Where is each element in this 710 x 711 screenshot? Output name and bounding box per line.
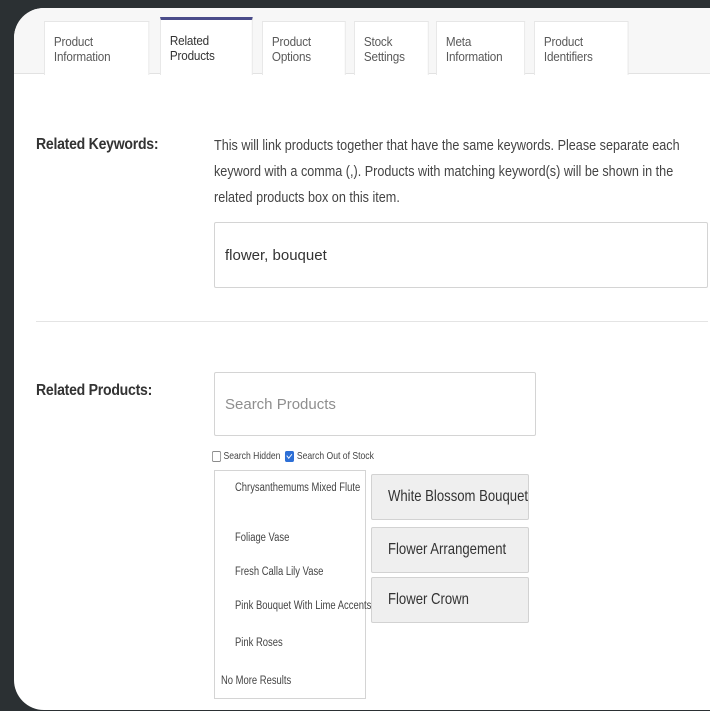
selected-product-button[interactable]: Flower Arrangement <box>371 527 529 573</box>
selected-product-label: Flower Crown <box>388 591 469 608</box>
tab-product-information[interactable]: Product Information <box>44 21 150 75</box>
tab-meta-information[interactable]: Meta Information <box>436 21 526 75</box>
tab-product-options[interactable]: Product Options <box>262 21 346 75</box>
tab-related-products[interactable]: Related Products <box>160 17 253 75</box>
search-hidden-checkbox[interactable] <box>212 450 222 462</box>
tab-product-identifiers[interactable]: Product Identifiers <box>534 21 629 75</box>
selected-product-label: White Blossom Bouquet <box>388 488 529 505</box>
related-keywords-input[interactable] <box>214 222 708 288</box>
search-results-list[interactable]: Chrysanthemums Mixed Flute Foliage Vase … <box>214 470 371 699</box>
search-hidden-label: Search Hidden <box>223 450 281 462</box>
tab-stock-settings[interactable]: Stock Settings <box>354 21 429 75</box>
search-options: Search Hidden Search Out of Stock <box>212 450 374 462</box>
search-products-input[interactable] <box>214 372 536 436</box>
tab-list: Product Information Related Products Pro… <box>44 17 638 75</box>
no-more-results-text: No More Results <box>221 675 292 687</box>
search-out-of-stock-label: Search Out of Stock <box>296 450 374 462</box>
search-out-of-stock-checkbox[interactable] <box>285 450 295 462</box>
tab-bar: Product Information Related Products Pro… <box>14 8 710 75</box>
list-item[interactable]: Pink Roses <box>235 637 283 649</box>
selected-product-button[interactable]: White Blossom Bouquet <box>371 474 529 520</box>
related-keywords-help-text: This will link products together that ha… <box>214 138 680 206</box>
list-item[interactable]: Fresh Calla Lily Vase <box>235 566 323 578</box>
product-edit-panel: Product Information Related Products Pro… <box>14 8 710 710</box>
related-keywords-label: Related Keywords: <box>36 136 159 153</box>
list-item[interactable]: Pink Bouquet With Lime Accents <box>235 600 371 612</box>
list-item[interactable]: Foliage Vase <box>235 532 289 544</box>
related-products-label: Related Products: <box>36 382 153 399</box>
selected-product-button[interactable]: Flower Crown <box>371 577 529 623</box>
selected-product-label: Flower Arrangement <box>388 541 507 558</box>
section-divider <box>36 321 708 322</box>
list-item[interactable]: Chrysanthemums Mixed Flute <box>235 482 360 494</box>
